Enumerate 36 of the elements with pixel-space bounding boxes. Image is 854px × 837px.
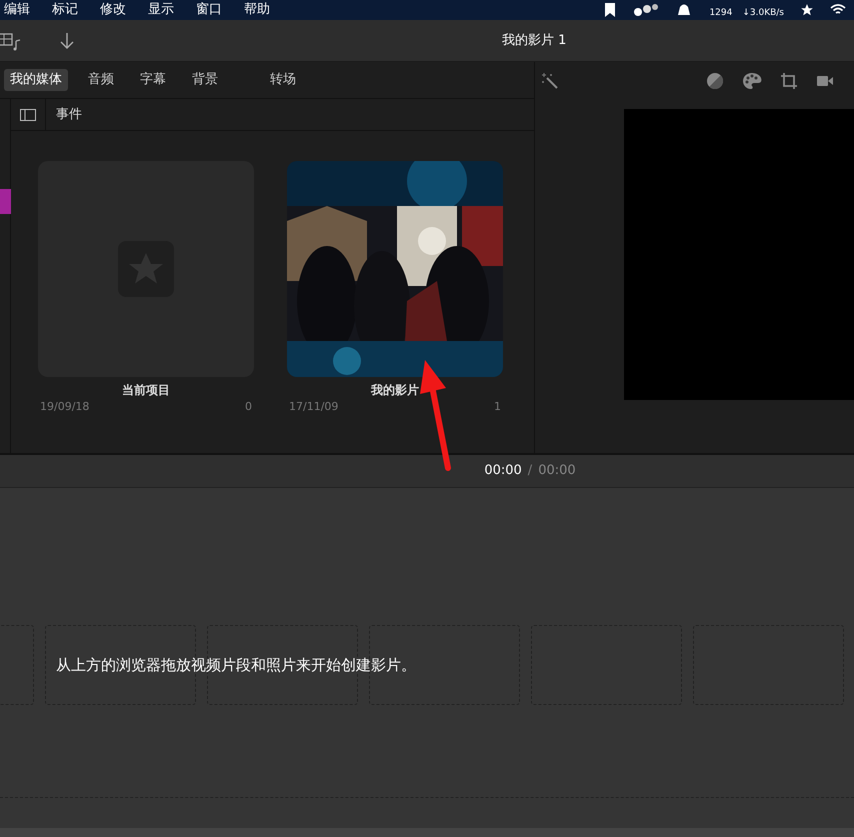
import-arrow-icon[interactable] [60, 32, 74, 50]
media-tab[interactable]: 背景 [186, 69, 224, 91]
magic-wand-icon[interactable] [541, 72, 559, 90]
menu-item[interactable]: 编辑 [4, 0, 30, 20]
menu-item[interactable]: 修改 [100, 0, 126, 20]
bookmark-icon[interactable] [603, 3, 618, 17]
palette-icon[interactable] [742, 72, 762, 90]
menu-item[interactable]: 显示 [148, 0, 174, 20]
media-tab[interactable]: 我的媒体 [4, 69, 68, 91]
star-icon[interactable] [800, 3, 814, 17]
dots-icon[interactable] [633, 3, 660, 17]
project-name: 我的影片 [370, 382, 420, 399]
project-date: 19/09/18 [40, 399, 90, 415]
project-date: 17/11/09 [289, 399, 338, 415]
total-time: 00:00 [538, 462, 576, 480]
project-name: 当前项目 [121, 382, 171, 399]
status-text: 1294 ↓3.0KB/s [709, 8, 784, 18]
media-tab[interactable]: 转场 [264, 69, 302, 91]
color-balance-icon[interactable] [706, 72, 724, 90]
crop-icon[interactable] [780, 72, 798, 90]
film-music-icon[interactable] [0, 30, 22, 50]
project-count: 1 [494, 399, 501, 415]
menu-item[interactable]: 标记 [52, 0, 78, 20]
menu-item[interactable]: 窗口 [196, 0, 222, 20]
current-time: 00:00 [484, 462, 522, 480]
project-title: 我的影片 1 [502, 32, 566, 50]
menu-item[interactable]: 帮助 [244, 0, 270, 20]
project-count: 0 [245, 399, 252, 415]
sidebar-marker [0, 189, 11, 214]
wifi-icon[interactable] [830, 4, 846, 16]
sidebar-toggle-icon[interactable] [20, 108, 36, 120]
time-separator: / [528, 462, 532, 480]
timeline-hint: 从上方的浏览器拖放视频片段和照片来开始创建影片。 [56, 655, 416, 676]
media-tab[interactable]: 音频 [82, 69, 120, 91]
events-header: 事件 [56, 106, 82, 124]
media-tab[interactable]: 字幕 [134, 69, 172, 91]
